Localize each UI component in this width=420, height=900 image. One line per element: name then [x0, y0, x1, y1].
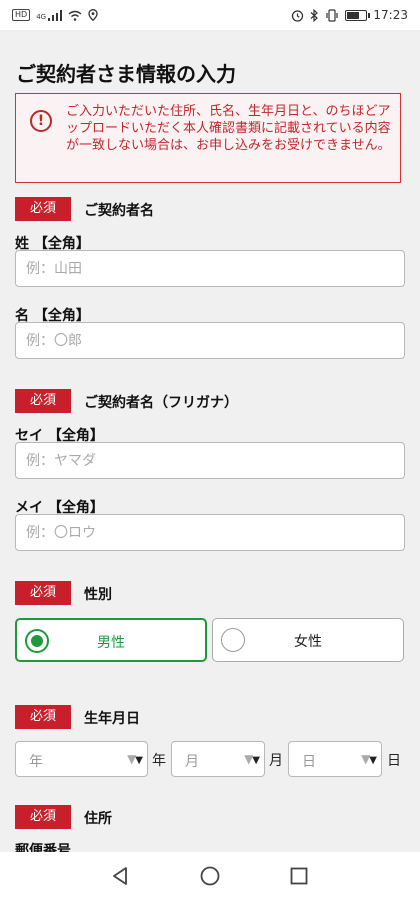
signal-icon: 4G	[36, 9, 63, 21]
last-name-kana-input[interactable]	[15, 442, 405, 479]
exclamation-icon: !	[30, 110, 52, 132]
alert-box: ! ご入力いただいた住所、氏名、生年月日と、のちほどアップロードいただく本人確認…	[15, 93, 401, 183]
last-name-input[interactable]	[15, 250, 405, 287]
required-badge: 必須	[15, 705, 71, 729]
home-button[interactable]	[190, 852, 230, 900]
chevron-down-icon: ▼▼	[244, 752, 260, 766]
alarm-icon	[292, 9, 304, 22]
first-name-kana-input[interactable]	[15, 514, 405, 551]
vibrate-icon	[326, 8, 339, 22]
gender-option-female[interactable]: 女性	[212, 618, 404, 662]
year-select[interactable]: 年 ▼▼	[15, 741, 148, 777]
alert-message: ご入力いただいた住所、氏名、生年月日と、のちほどアップロードいただく本人確認書類…	[66, 104, 391, 153]
gender-option-label: 男性	[97, 635, 125, 651]
recents-button[interactable]	[279, 852, 319, 900]
section-title-name: ご契約者名	[84, 203, 154, 219]
back-icon	[113, 867, 127, 885]
postal-code-label: 郵便番号	[15, 843, 71, 852]
year-unit: 年	[152, 753, 166, 769]
location-icon	[88, 9, 98, 21]
recents-icon	[290, 867, 308, 885]
battery-icon	[345, 9, 371, 21]
required-badge: 必須	[15, 581, 71, 605]
section-title-kana: ご契約者名（フリガナ）	[84, 395, 238, 411]
required-badge: 必須	[15, 389, 71, 413]
wifi-icon	[68, 10, 82, 21]
section-title-gender: 性別	[84, 587, 112, 603]
bluetooth-icon	[311, 8, 319, 22]
chevron-down-icon: ▼▼	[361, 752, 377, 766]
status-bar: HD 4G 17:23	[0, 0, 420, 30]
day-unit: 日	[387, 753, 401, 769]
clock: 17:23	[373, 8, 408, 22]
back-button[interactable]	[100, 852, 140, 900]
first-name-input[interactable]	[15, 322, 405, 359]
home-icon	[200, 866, 220, 886]
required-badge: 必須	[15, 197, 71, 221]
chevron-down-icon: ▼▼	[127, 752, 143, 766]
month-unit: 月	[269, 753, 283, 769]
day-select-value: 日	[302, 754, 316, 770]
month-select-value: 月	[185, 754, 199, 770]
navigation-bar	[0, 852, 420, 900]
required-badge: 必須	[15, 805, 71, 829]
gender-option-male[interactable]: 男性	[15, 618, 207, 662]
section-title-birthdate: 生年月日	[84, 711, 140, 727]
gender-option-label: 女性	[294, 634, 322, 650]
page-title: ご契約者さま情報の入力	[16, 62, 236, 86]
hd-badge: HD	[12, 9, 31, 21]
network-type: 4G	[36, 12, 47, 21]
year-select-value: 年	[29, 754, 43, 770]
day-select[interactable]: 日 ▼▼	[288, 741, 382, 777]
form-content: ご契約者さま情報の入力 ! ご入力いただいた住所、氏名、生年月日と、のちほどアッ…	[0, 30, 420, 852]
section-title-address: 住所	[84, 811, 112, 827]
month-select[interactable]: 月 ▼▼	[171, 741, 265, 777]
